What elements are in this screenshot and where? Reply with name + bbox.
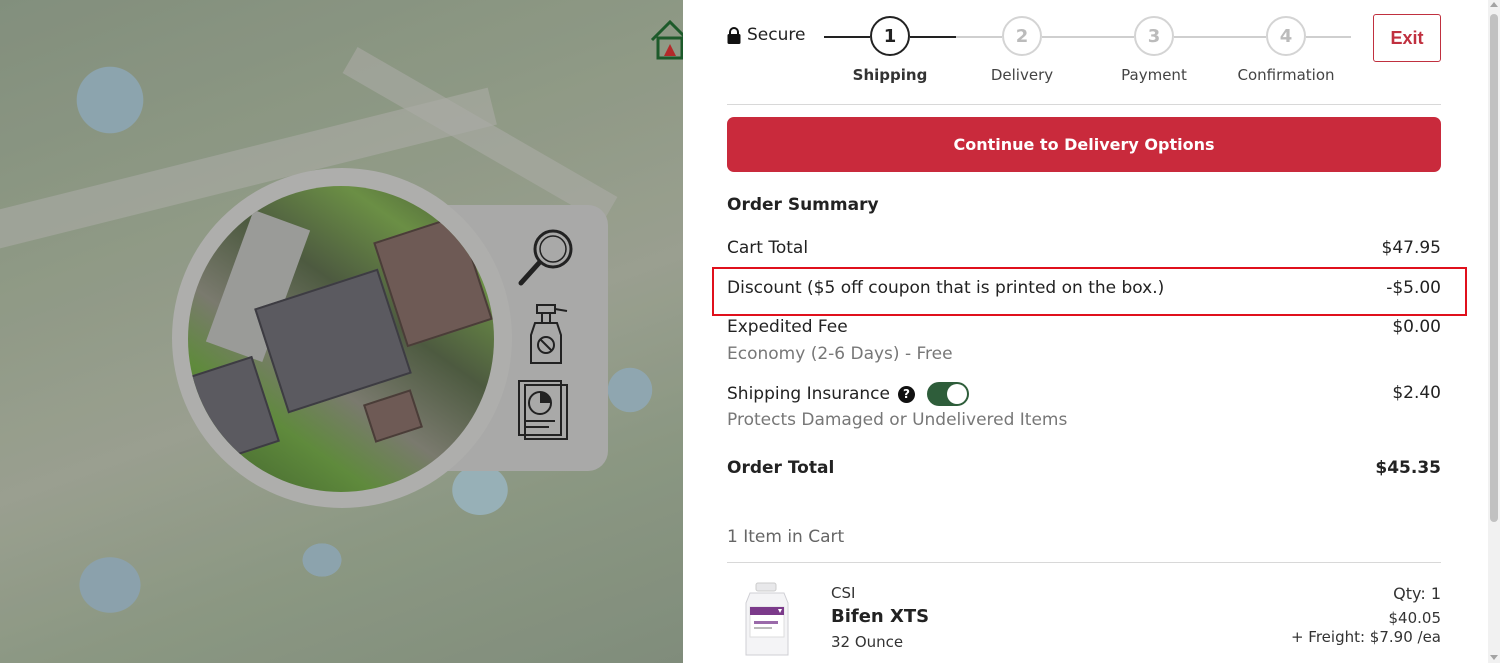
- discount-label: Discount ($5 off coupon that is printed …: [727, 278, 1165, 298]
- scroll-up-arrow[interactable]: [1490, 2, 1498, 7]
- scrollbar-thumb[interactable]: [1490, 14, 1498, 522]
- scrollbar[interactable]: [1488, 0, 1500, 663]
- step-label: Payment: [1121, 66, 1187, 84]
- order-total-value: $45.35: [1375, 458, 1441, 478]
- expedited-fee-label: Expedited Fee: [727, 317, 848, 337]
- order-total-label: Order Total: [727, 458, 835, 478]
- step-number: 2: [1002, 16, 1042, 56]
- exit-button[interactable]: Exit: [1373, 14, 1441, 62]
- step-label: Delivery: [990, 66, 1054, 84]
- step-number: 4: [1266, 16, 1306, 56]
- shipping-insurance-toggle[interactable]: [926, 382, 969, 406]
- report-chart-icon: [518, 380, 568, 440]
- product-freight: + Freight: $7.90 /ea: [1290, 628, 1441, 646]
- shipping-insurance-value: $2.40: [1392, 383, 1441, 403]
- expedited-fee-value: $0.00: [1392, 317, 1441, 337]
- product-brand: CSI: [831, 584, 856, 602]
- step-shipping[interactable]: 1 Shipping: [824, 16, 956, 84]
- hero-aerial-photo: [188, 186, 494, 492]
- shipping-insurance-label: Shipping Insurance: [727, 384, 890, 404]
- hero-icons: [515, 225, 585, 455]
- step-label: Shipping: [852, 66, 928, 84]
- help-icon[interactable]: ?: [897, 385, 915, 403]
- magnifier-icon: [518, 229, 573, 286]
- items-in-cart-label: 1 Item in Cart: [727, 527, 845, 547]
- shipping-method-text: Economy (2-6 Days) - Free: [727, 344, 953, 364]
- header-divider: [727, 104, 1441, 105]
- step-number: 1: [870, 16, 910, 56]
- cart-total-value: $47.95: [1381, 238, 1441, 258]
- continue-to-delivery-button[interactable]: Continue to Delivery Options: [727, 117, 1441, 172]
- cart-total-label: Cart Total: [727, 238, 809, 258]
- product-price: $40.05: [1388, 609, 1442, 627]
- step-delivery[interactable]: 2 Delivery: [956, 16, 1088, 84]
- shipping-insurance-sub: Protects Damaged or Undelivered Items: [727, 410, 1068, 430]
- product-size: 32 Ounce: [831, 633, 904, 651]
- checkout-stepper: 1 Shipping 2 Delivery 3 Payment 4 Confir…: [824, 16, 1351, 88]
- lock-icon: [727, 26, 741, 44]
- secure-indicator: Secure: [727, 25, 805, 45]
- shipping-insurance-row: Shipping Insurance ?: [727, 382, 969, 406]
- secure-label: Secure: [747, 25, 806, 45]
- step-payment[interactable]: 3 Payment: [1088, 16, 1220, 84]
- spray-bottle-icon: [530, 304, 568, 364]
- discount-value: -$5.00: [1386, 278, 1441, 298]
- product-image: [745, 582, 789, 656]
- order-summary-title: Order Summary: [727, 195, 879, 215]
- step-confirmation[interactable]: 4 Confirmation: [1220, 16, 1352, 84]
- product-name[interactable]: Bifen XTS: [831, 606, 929, 627]
- step-number: 3: [1134, 16, 1174, 56]
- cart-divider: [727, 562, 1441, 563]
- scroll-down-arrow[interactable]: [1490, 655, 1498, 660]
- product-qty: Qty: 1: [1393, 584, 1441, 603]
- step-label: Confirmation: [1237, 66, 1335, 84]
